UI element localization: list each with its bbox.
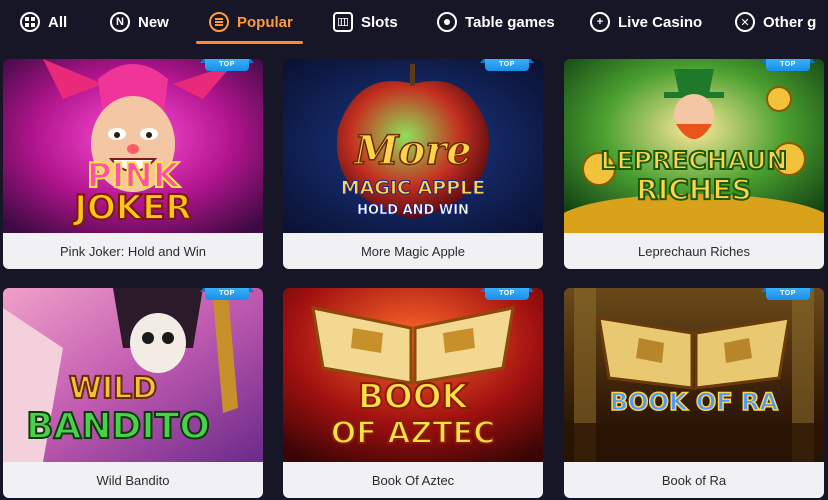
tab-all[interactable]: All xyxy=(20,0,67,44)
game-thumbnail: PINK JOKER xyxy=(3,59,263,233)
game-title: Leprechaun Riches xyxy=(564,233,824,269)
tab-new[interactable]: N New xyxy=(110,0,169,44)
live-plus-icon: + xyxy=(590,12,610,32)
game-title: More Magic Apple xyxy=(283,233,543,269)
tab-label: Live Casino xyxy=(618,13,703,31)
svg-text:BOOK: BOOK xyxy=(358,377,470,417)
game-title: Book Of Aztec xyxy=(283,462,543,498)
category-nav: All N New Popular Slots Table games + Li… xyxy=(0,0,828,44)
game-title: Pink Joker: Hold and Win xyxy=(3,233,263,269)
game-thumbnail: BOOK OF AZTEC xyxy=(283,288,543,462)
svg-text:HOLD AND WIN: HOLD AND WIN xyxy=(357,203,469,218)
game-card[interactable]: TOP PINK JOKER Pink Joker: Hold and Win xyxy=(3,59,263,269)
svg-text:RICHES: RICHES xyxy=(636,173,751,206)
tab-table-games[interactable]: Table games xyxy=(437,0,555,44)
tab-popular[interactable]: Popular xyxy=(209,0,293,44)
poker-chip-icon xyxy=(437,12,457,32)
tab-label: Other g xyxy=(763,13,817,31)
slot-machine-icon xyxy=(333,12,353,32)
svg-text:WILD: WILD xyxy=(69,371,157,406)
game-thumbnail: WILD BANDITO xyxy=(3,288,263,462)
svg-text:JOKER: JOKER xyxy=(72,188,191,228)
grid-icon xyxy=(20,12,40,32)
game-card[interactable]: TOP BOOK OF AZTEC Book Of Aztec xyxy=(283,288,543,498)
tab-live-casino[interactable]: + Live Casino xyxy=(590,0,702,44)
dice-icon: ✕ xyxy=(735,12,755,32)
tab-label: All xyxy=(48,13,68,31)
svg-text:More: More xyxy=(352,127,471,174)
game-card[interactable]: TOP BOOK OF RA Book of Ra xyxy=(564,288,824,498)
top-badge: TOP xyxy=(480,59,534,71)
game-thumbnail: BOOK OF RA xyxy=(564,288,824,462)
top-badge: TOP xyxy=(761,288,815,300)
top-badge: TOP xyxy=(200,59,254,71)
svg-text:BOOK OF RA: BOOK OF RA xyxy=(610,388,779,416)
top-badge: TOP xyxy=(761,59,815,71)
tab-label: New xyxy=(138,13,169,31)
game-card[interactable]: TOP More MAGIC APPLE HOLD AND WIN More M… xyxy=(283,59,543,269)
tab-label: Table games xyxy=(465,13,555,31)
game-title: Book of Ra xyxy=(564,462,824,498)
active-tab-indicator xyxy=(196,41,303,44)
game-card[interactable]: TOP LEPRECHAUN RICHES Leprechaun Riches xyxy=(564,59,824,269)
tab-other-games[interactable]: ✕ Other g xyxy=(735,0,816,44)
n-badge-icon: N xyxy=(110,12,130,32)
game-thumbnail: LEPRECHAUN RICHES xyxy=(564,59,824,233)
tab-label: Slots xyxy=(361,13,398,31)
top-badge: TOP xyxy=(200,288,254,300)
game-title: Wild Bandito xyxy=(3,462,263,498)
game-card[interactable]: TOP WILD BANDITO Wild Bandito xyxy=(3,288,263,498)
svg-text:OF AZTEC: OF AZTEC xyxy=(331,416,495,451)
svg-text:LEPRECHAUN: LEPRECHAUN xyxy=(601,146,788,175)
top-badge: TOP xyxy=(480,288,534,300)
svg-text:MAGIC APPLE: MAGIC APPLE xyxy=(341,177,485,199)
game-thumbnail: More MAGIC APPLE HOLD AND WIN xyxy=(283,59,543,233)
fire-icon xyxy=(209,12,229,32)
svg-text:BANDITO: BANDITO xyxy=(26,406,210,447)
tab-slots[interactable]: Slots xyxy=(333,0,398,44)
tab-label: Popular xyxy=(237,13,293,31)
